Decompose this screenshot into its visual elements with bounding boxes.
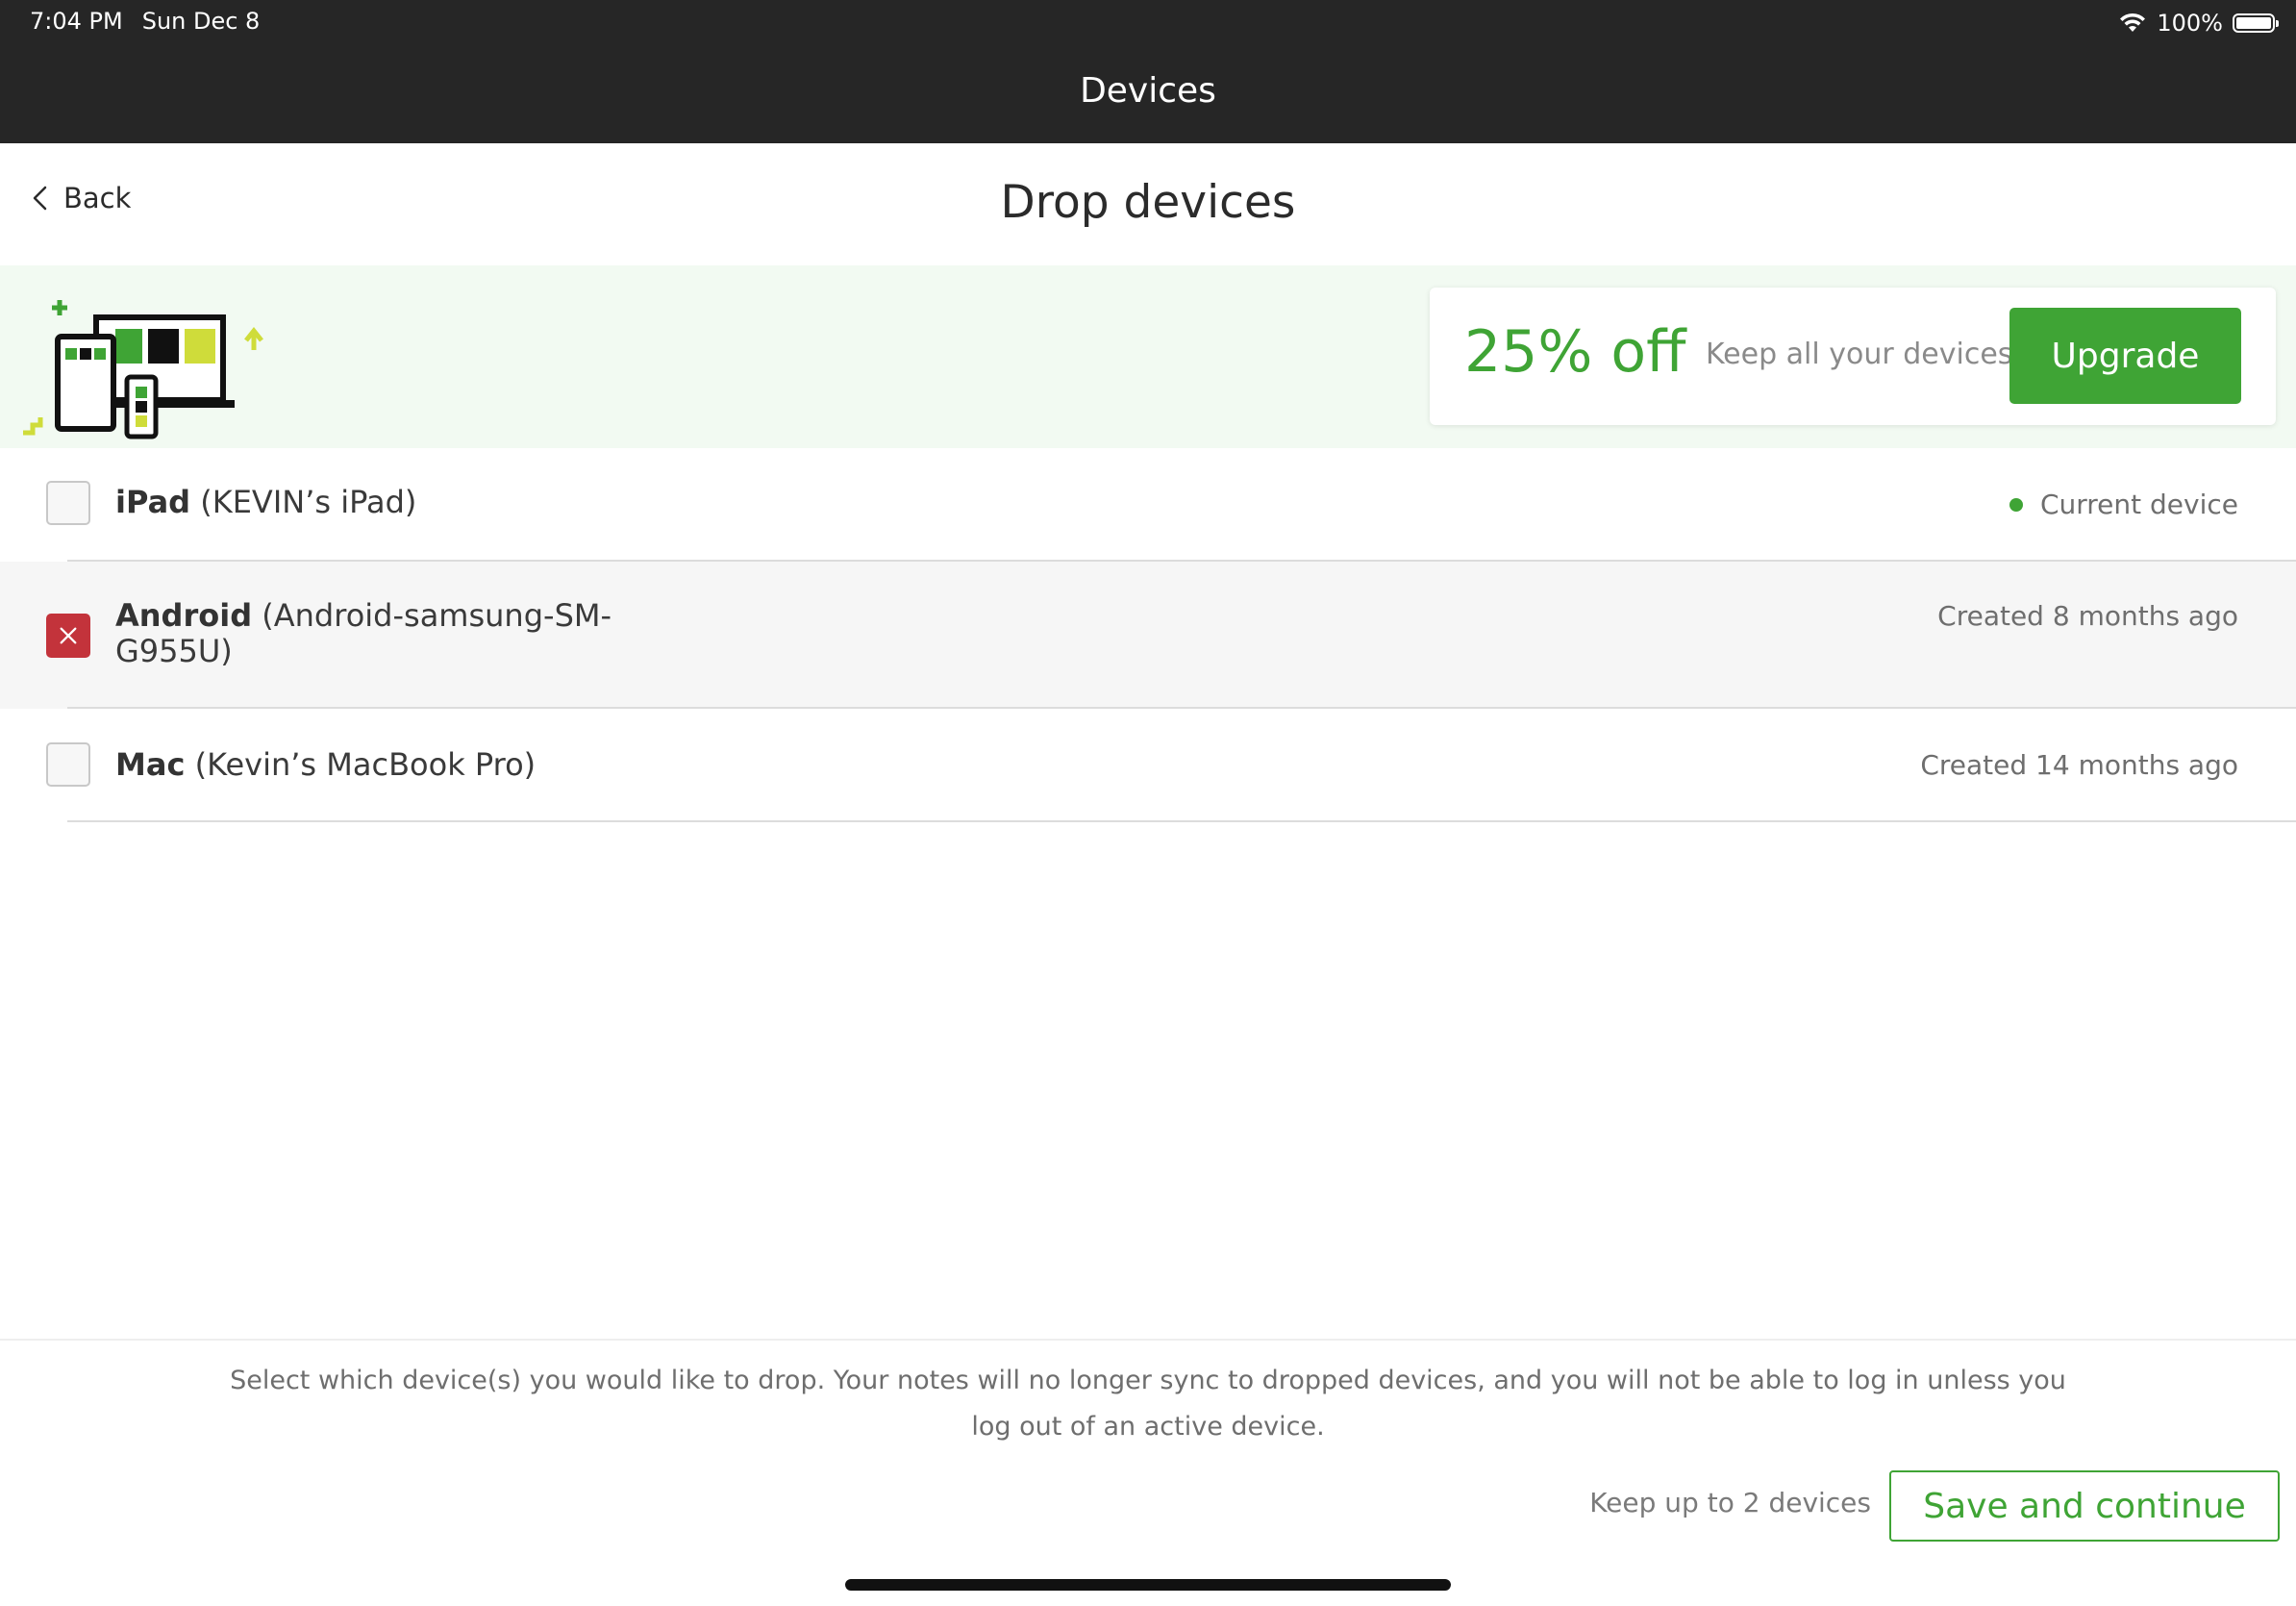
- device-type: iPad: [115, 484, 191, 520]
- device-name-mac: Mac (Kevin’s MacBook Pro): [115, 747, 654, 783]
- device-type: Mac: [115, 746, 186, 783]
- device-name-android: Android (Android-samsung-SM-G955U): [115, 598, 654, 669]
- footer-info-text: Select which device(s) you would like to…: [230, 1366, 2066, 1442]
- page-header: Back Drop devices: [0, 143, 2296, 265]
- current-device-label: Current device: [2039, 489, 2238, 520]
- promo-text: Keep all your devices: [1706, 338, 2013, 371]
- page-title: Drop devices: [1000, 176, 1296, 229]
- battery-percent: 100%: [2157, 10, 2223, 37]
- device-checkbox-android[interactable]: [46, 614, 90, 658]
- status-indicators: 100%: [2118, 8, 2279, 38]
- close-icon: [60, 627, 77, 644]
- status-time-date: 7:04 PM Sun Dec 8: [30, 8, 260, 35]
- battery-icon: [2233, 13, 2279, 33]
- current-device-dot: [2009, 497, 2023, 512]
- status-time: 7:04 PM: [30, 8, 123, 35]
- created-label: Created 14 months ago: [1920, 749, 2238, 781]
- promo-discount: 25% off: [1464, 318, 1686, 386]
- upgrade-banner: 25% off Keep all your devices Upgrade: [0, 265, 2296, 448]
- device-limit-text: Keep up to 2 devices: [1589, 1487, 1871, 1518]
- device-name-ipad: iPad (KEVIN’s iPad): [115, 485, 654, 520]
- upgrade-button[interactable]: Upgrade: [2009, 308, 2241, 404]
- app-title: Devices: [1080, 71, 1216, 111]
- device-row-mac[interactable]: Mac (Kevin’s MacBook Pro) Created 14 mon…: [0, 709, 2296, 822]
- device-meta-ipad: Current device: [2009, 489, 2238, 520]
- title-bar: 7:04 PM Sun Dec 8 100% Devices: [0, 0, 2296, 143]
- device-type: Android: [115, 597, 253, 634]
- device-label: (KEVIN’s iPad): [200, 484, 417, 520]
- device-label: (Kevin’s MacBook Pro): [194, 746, 537, 783]
- device-row-android[interactable]: Android (Android-samsung-SM-G955U) Creat…: [0, 562, 2296, 709]
- save-and-continue-button[interactable]: Save and continue: [1889, 1470, 2280, 1542]
- created-label: Created 8 months ago: [1937, 600, 2238, 632]
- promo-card: 25% off Keep all your devices Upgrade: [1430, 288, 2276, 425]
- wifi-icon: [2120, 13, 2146, 32]
- device-checkbox-ipad[interactable]: [46, 481, 90, 525]
- status-date: Sun Dec 8: [141, 8, 261, 35]
- devices-illustration: [23, 300, 263, 439]
- device-meta-android: Created 8 months ago: [1937, 600, 2238, 632]
- device-meta-mac: Created 14 months ago: [1920, 749, 2238, 781]
- footer: Select which device(s) you would like to…: [0, 1339, 2296, 1606]
- device-checkbox-mac[interactable]: [46, 742, 90, 787]
- device-row-ipad[interactable]: iPad (KEVIN’s iPad) Current device: [0, 448, 2296, 562]
- home-indicator: [845, 1579, 1451, 1591]
- row-divider: [67, 820, 2296, 822]
